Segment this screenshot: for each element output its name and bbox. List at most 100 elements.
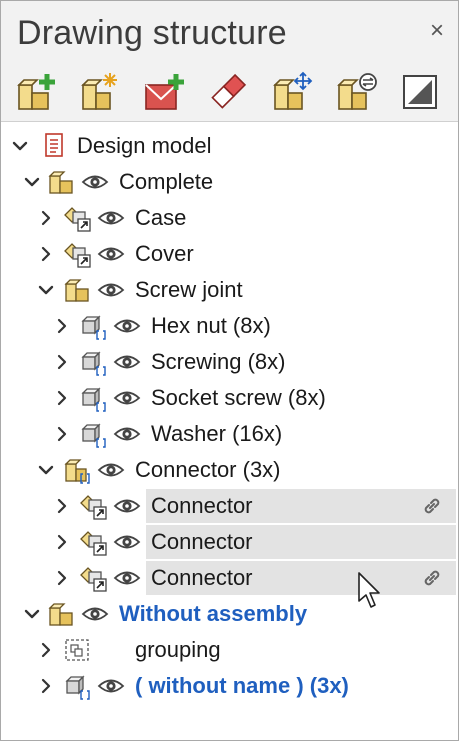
visibility-eye-icon[interactable] xyxy=(97,245,125,263)
tree-row-screwing[interactable]: Screwing (8x) xyxy=(1,344,458,380)
visibility-eye-icon[interactable] xyxy=(81,173,109,191)
visibility-eye-icon[interactable] xyxy=(97,461,125,479)
chevron-right-icon[interactable] xyxy=(53,533,71,551)
tree-row-grouping[interactable]: grouping xyxy=(1,632,458,668)
chevron-down-icon[interactable] xyxy=(11,137,29,155)
visibility-eye-icon[interactable] xyxy=(113,317,141,335)
tree-label: Hex nut (8x) xyxy=(151,313,271,338)
standard-part-icon xyxy=(79,384,109,412)
standard-part-icon xyxy=(79,312,109,340)
visibility-eye-icon[interactable] xyxy=(113,425,141,443)
chevron-right-icon[interactable] xyxy=(53,389,71,407)
add-envelope-icon xyxy=(145,74,184,110)
chevron-right-icon[interactable] xyxy=(53,497,71,515)
chevron-right-icon[interactable] xyxy=(37,677,55,695)
chevron-right-icon[interactable] xyxy=(53,353,71,371)
tree-row-washer[interactable]: Washer (16x) xyxy=(1,416,458,452)
add-assembly-button[interactable] xyxy=(15,71,57,113)
tree-label: Socket screw (8x) xyxy=(151,385,326,410)
add-assembly-icon xyxy=(17,74,55,110)
assembly-settings-button[interactable] xyxy=(335,71,377,113)
document-icon xyxy=(39,132,69,160)
eraser-button[interactable] xyxy=(207,71,249,113)
tree-label: ( without name ) (3x) xyxy=(135,673,349,698)
chevron-down-icon[interactable] xyxy=(37,281,55,299)
visibility-eye-icon[interactable] xyxy=(113,533,141,551)
move-assembly-button[interactable] xyxy=(271,71,313,113)
linked-part-icon xyxy=(79,564,109,592)
tree-label: Connector xyxy=(151,565,253,590)
panel-titlebar: Drawing structure × xyxy=(1,1,458,62)
mouse-cursor-icon xyxy=(358,572,380,608)
tree-row-connector[interactable]: Connector xyxy=(1,488,458,524)
visibility-eye-icon[interactable] xyxy=(113,353,141,371)
linked-part-icon xyxy=(63,204,93,232)
tree-row-connector[interactable]: Connector xyxy=(1,524,458,560)
tree-row-connector-group[interactable]: Connector (3x) xyxy=(1,452,458,488)
chevron-down-icon[interactable] xyxy=(37,461,55,479)
move-assembly-icon xyxy=(273,71,313,110)
new-assembly-button[interactable] xyxy=(77,71,119,113)
chevron-right-icon[interactable] xyxy=(37,641,55,659)
grouping-icon xyxy=(63,636,93,664)
tree-row-connector[interactable]: Connector xyxy=(1,560,458,596)
assembly-icon xyxy=(63,276,93,304)
tree-row-case[interactable]: Case xyxy=(1,200,458,236)
visibility-eye-icon[interactable] xyxy=(97,209,125,227)
chevron-down-icon[interactable] xyxy=(23,173,41,191)
tree-label: Case xyxy=(135,205,187,230)
tree-row-design-model[interactable]: Design model xyxy=(1,128,458,164)
new-assembly-icon xyxy=(81,73,117,110)
tree-label: Washer (16x) xyxy=(151,421,283,446)
tree-label: Screw joint xyxy=(135,277,243,302)
assembly-icon xyxy=(47,600,77,628)
tree-row-without-name[interactable]: ( without name ) (3x) xyxy=(1,668,458,704)
visibility-eye-icon[interactable] xyxy=(113,497,141,515)
chevron-right-icon[interactable] xyxy=(53,425,71,443)
tree-row-complete[interactable]: Complete xyxy=(1,164,458,200)
link-icon xyxy=(421,496,443,516)
tree-row-without-assembly[interactable]: Without assembly xyxy=(1,596,458,632)
tree-label: Without assembly xyxy=(119,601,308,626)
tree-label: Connector xyxy=(151,493,253,518)
tree-label: Cover xyxy=(135,241,194,266)
tree-label: Connector xyxy=(151,529,253,554)
visibility-eye-icon[interactable] xyxy=(81,605,109,623)
tree-label: grouping xyxy=(135,637,221,662)
tree-row-hex-nut[interactable]: Hex nut (8x) xyxy=(1,308,458,344)
chevron-right-icon[interactable] xyxy=(53,317,71,335)
linked-part-icon xyxy=(79,492,109,520)
chevron-right-icon[interactable] xyxy=(53,569,71,587)
linked-part-icon xyxy=(79,528,109,556)
standard-part-icon xyxy=(79,348,109,376)
drawing-structure-panel: Drawing structure × Design model Complet… xyxy=(0,0,459,741)
chevron-down-icon[interactable] xyxy=(23,605,41,623)
close-button[interactable]: × xyxy=(425,19,449,43)
chevron-right-icon[interactable] xyxy=(37,209,55,227)
link-icon xyxy=(421,568,443,588)
tree-row-screw-joint[interactable]: Screw joint xyxy=(1,272,458,308)
panel-title: Drawing structure xyxy=(17,14,287,52)
tree-row-socket-screw[interactable]: Socket screw (8x) xyxy=(1,380,458,416)
add-envelope-button[interactable] xyxy=(143,71,185,113)
linked-part-icon xyxy=(63,240,93,268)
assembly-icon xyxy=(47,168,77,196)
visibility-eye-icon[interactable] xyxy=(113,389,141,407)
visibility-eye-icon[interactable] xyxy=(97,281,125,299)
eraser-icon xyxy=(211,73,247,109)
tree-label: Complete xyxy=(119,169,214,194)
half-square-icon xyxy=(403,75,437,109)
tree-row-cover[interactable]: Cover xyxy=(1,236,458,272)
tree-label: Screwing (8x) xyxy=(151,349,286,374)
assembly-settings-icon xyxy=(337,73,377,110)
tree-label: Design model xyxy=(77,133,212,158)
visibility-eye-icon[interactable] xyxy=(113,569,141,587)
visibility-eye-icon[interactable] xyxy=(97,677,125,695)
assembly-multiple-icon xyxy=(63,456,93,484)
standard-part-icon xyxy=(63,672,93,700)
chevron-right-icon[interactable] xyxy=(37,245,55,263)
tree-label: Connector (3x) xyxy=(135,457,281,482)
standard-part-icon xyxy=(79,420,109,448)
toggle-view-button[interactable] xyxy=(399,71,441,113)
toolbar xyxy=(1,62,458,122)
